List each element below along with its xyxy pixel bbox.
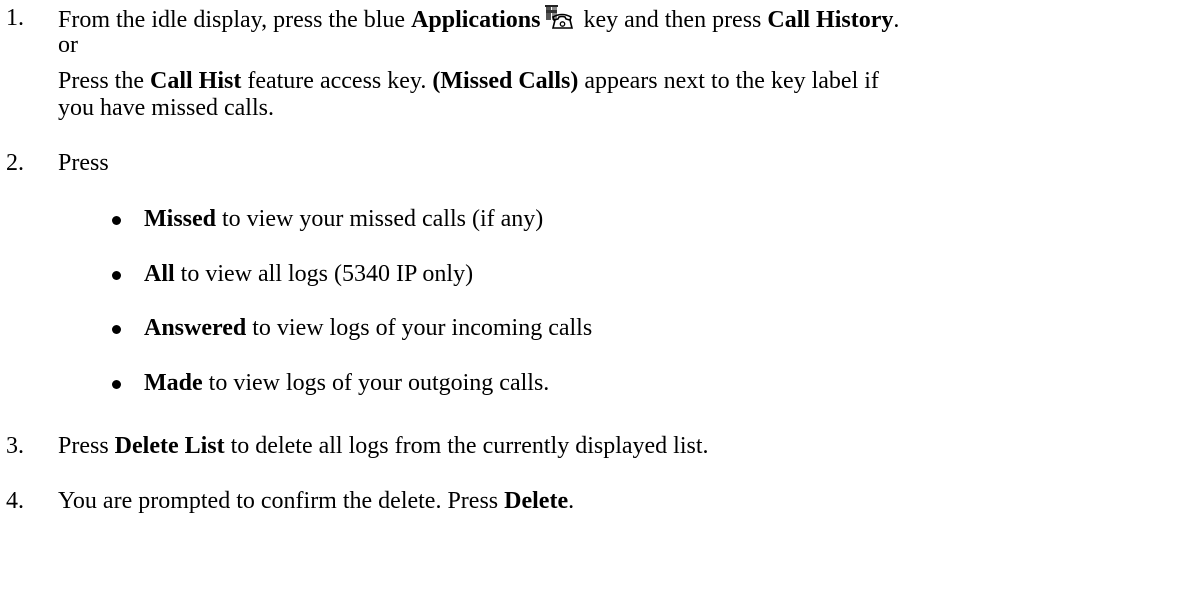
- call-hist-key-label: Call Hist: [150, 68, 242, 94]
- step-text: You are prompted to confirm the delete. …: [58, 488, 505, 514]
- bullet-text: to view your missed calls (if any): [216, 206, 544, 232]
- bullet-dot: [112, 271, 121, 280]
- bullet-dot: [112, 325, 121, 334]
- bullet-item-answered: Answered to view logs of your incoming c…: [144, 315, 592, 342]
- step-number: 4.: [6, 488, 24, 514]
- missed-label: Missed: [144, 206, 216, 232]
- step-text: feature access key.: [241, 68, 433, 94]
- step-1-or: or: [58, 32, 78, 58]
- applications-phone-icon: [545, 5, 574, 29]
- step-text: .: [893, 7, 900, 33]
- all-label: All: [144, 261, 175, 287]
- call-history-label: Call History: [767, 7, 894, 33]
- answered-label: Answered: [144, 315, 247, 341]
- bullet-text: to view all logs (5340 IP only): [174, 261, 474, 287]
- step-3-text: Press Delete List to delete all logs fro…: [58, 433, 709, 460]
- missed-calls-label: (Missed Calls): [432, 68, 579, 94]
- step-text: to delete all logs from the currently di…: [224, 433, 709, 459]
- step-4-text: You are prompted to confirm the delete. …: [58, 488, 574, 515]
- step-1-line-1: From the idle display, press the blue Ap…: [58, 5, 899, 34]
- bullet-item-made: Made to view logs of your outgoing calls…: [144, 370, 549, 397]
- bullet-item-missed: Missed to view your missed calls (if any…: [144, 206, 543, 233]
- bullet-text: to view logs of your outgoing calls.: [202, 370, 550, 396]
- bullet-item-all: All to view all logs (5340 IP only): [144, 261, 473, 288]
- step-text: .: [568, 488, 575, 514]
- step-number: 2.: [6, 150, 24, 176]
- step-text: appears next to the key label if: [578, 68, 879, 94]
- made-label: Made: [144, 370, 203, 396]
- step-number: 1.: [6, 5, 24, 31]
- delete-label: Delete: [504, 488, 569, 514]
- step-text: Press: [58, 433, 115, 459]
- step-1-line-4: you have missed calls.: [58, 95, 274, 121]
- bullet-dot: [112, 216, 121, 225]
- step-text: Press the: [58, 68, 150, 94]
- step-text: key and then press: [577, 7, 768, 33]
- step-text: From the idle display, press the blue: [58, 7, 412, 33]
- bullet-dot: [112, 380, 121, 389]
- applications-key-label: Applications: [411, 7, 541, 33]
- bullet-text: to view logs of your incoming calls: [246, 315, 593, 341]
- step-1-line-3: Press the Call Hist feature access key. …: [58, 68, 879, 95]
- step-2-text: Press: [58, 150, 109, 176]
- delete-list-label: Delete List: [114, 433, 225, 459]
- step-number: 3.: [6, 433, 24, 459]
